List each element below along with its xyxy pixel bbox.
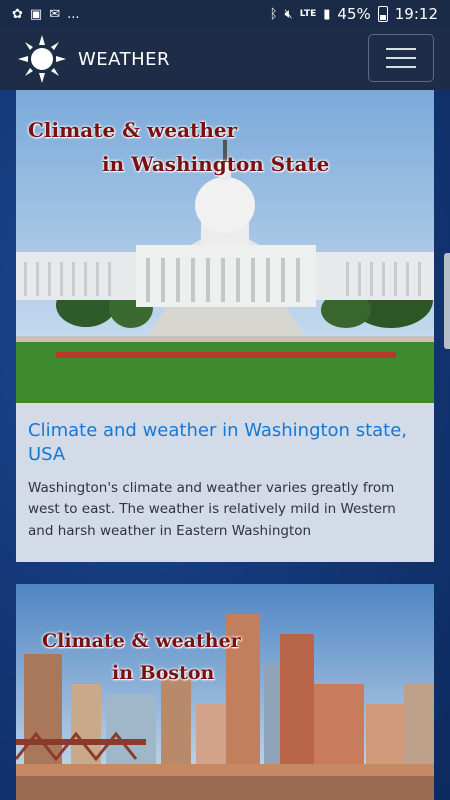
image-caption-line2: in Washington State: [102, 152, 330, 176]
bluetooth-icon: ᛒ: [269, 6, 278, 22]
article-description: Washington's climate and weather varies …: [28, 479, 396, 539]
status-bar: ✿ ▣ ✉ ... ᛒ 🔇︎ LTE ▮ 45% 19:12: [0, 0, 450, 28]
menu-line: [386, 57, 416, 59]
signal-icon: ▮: [323, 6, 331, 22]
menu-button[interactable]: [368, 34, 434, 82]
image-caption-line1: Climate & weather: [42, 630, 241, 652]
app-title: WEATHER: [78, 48, 170, 70]
edge-panel-handle[interactable]: [444, 253, 450, 349]
mute-icon: 🔇︎: [284, 6, 293, 22]
network-type: LTE: [299, 9, 317, 19]
battery-icon: [377, 6, 388, 22]
app-bar: WEATHER: [0, 28, 450, 90]
washington-capitol-image: Climate & weather in Washington State: [16, 90, 434, 403]
menu-line: [386, 48, 416, 50]
more-notifications-text: ...: [67, 6, 80, 22]
card-body: Climate and weather in Washington state,…: [16, 403, 434, 552]
gallery-icon: ▣: [29, 6, 43, 22]
boston-skyline-image: Climate & weather in Boston: [16, 584, 434, 800]
menu-line: [386, 66, 416, 68]
sun-icon: [18, 35, 66, 83]
image-caption-line2: in Boston: [112, 662, 215, 684]
clock: 19:12: [394, 5, 438, 23]
image-caption-line1: Climate & weather: [28, 118, 238, 142]
article-title[interactable]: Climate and weather in Washington state,…: [28, 419, 422, 468]
notification-icon: ✿: [12, 6, 23, 22]
article-card-washington[interactable]: Climate & weather in Washington State Cl…: [16, 90, 434, 562]
mail-icon: ✉: [49, 6, 61, 22]
article-card-boston[interactable]: Climate & weather in Boston: [16, 584, 434, 800]
battery-level: 45%: [337, 5, 371, 23]
